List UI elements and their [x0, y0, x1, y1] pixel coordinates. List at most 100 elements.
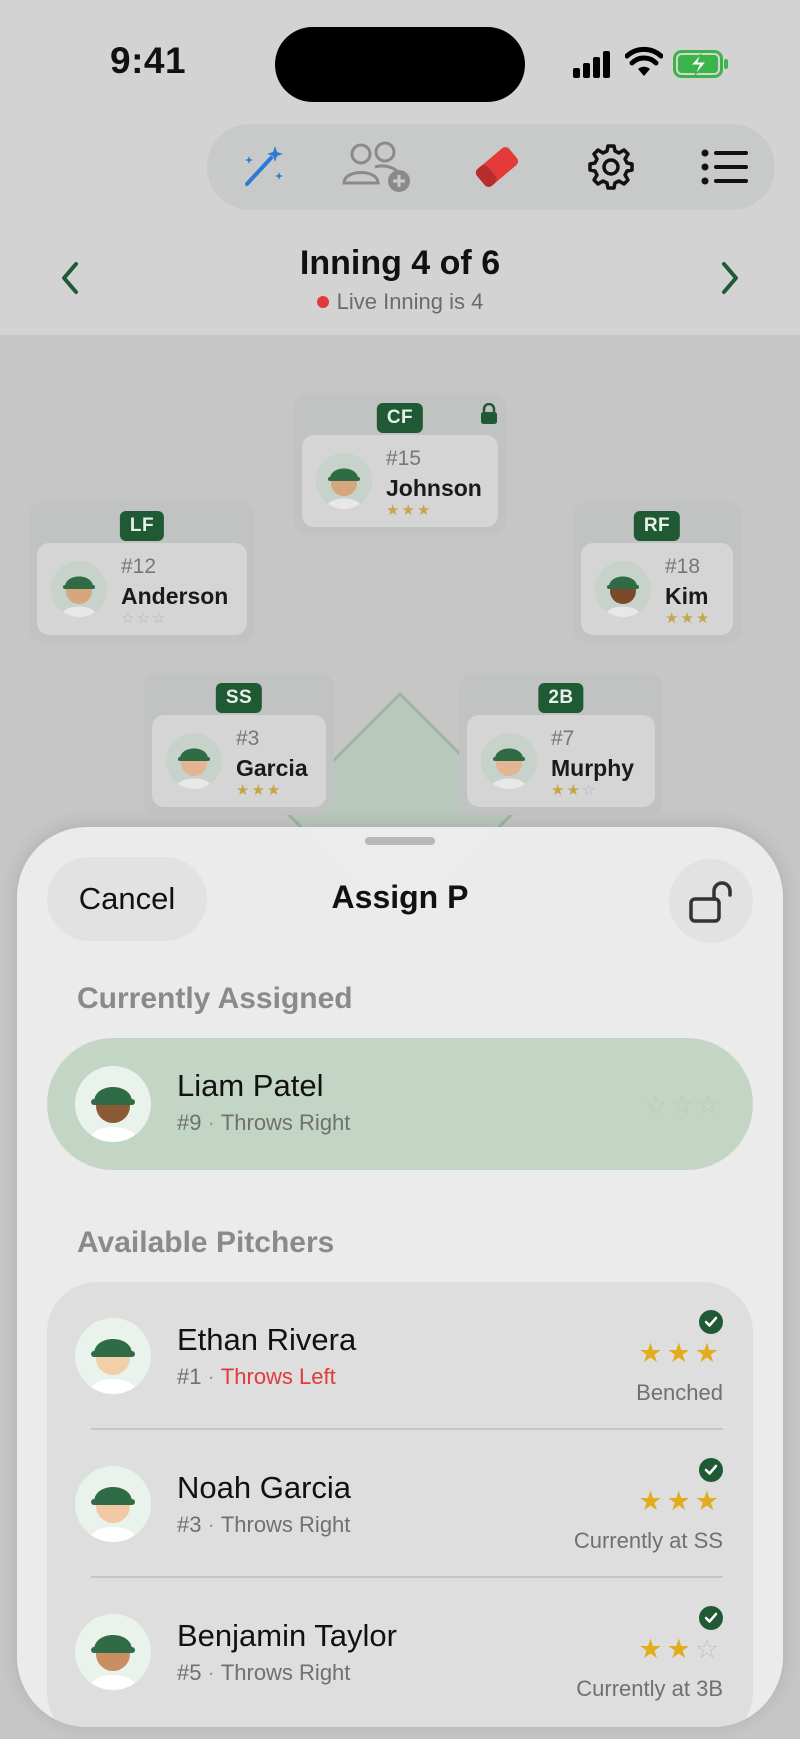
add-player-icon	[342, 141, 410, 192]
checkmark-icon	[699, 1606, 723, 1630]
player-name: Murphy	[551, 755, 635, 781]
status-bar: 9:41	[0, 0, 800, 130]
player-rating: ★★★	[665, 610, 712, 627]
player-status: Benched	[636, 1380, 723, 1405]
checkmark-icon	[699, 1458, 723, 1482]
magic-wand-icon	[245, 146, 283, 186]
player-rating: ★★★	[638, 1338, 723, 1368]
player-name: Ethan Rivera	[177, 1322, 357, 1357]
player-name: Johnson	[386, 475, 482, 501]
assign-pitcher-sheet: Cancel Assign P Currently Assigned Liam …	[17, 827, 783, 1727]
player-avatar	[595, 561, 651, 617]
player-throws: Throws Right	[220, 1110, 351, 1135]
position-player: #12 Anderson ☆☆☆	[37, 543, 247, 635]
pitcher-row[interactable]: Noah Garcia #3 · Throws Right ★★★ Currentl…	[47, 1430, 753, 1578]
player-number: #9	[177, 1110, 202, 1135]
player-status: Currently at 3B	[576, 1676, 723, 1701]
position-badge: CF	[376, 403, 424, 433]
toolbar	[207, 124, 775, 210]
available-pitchers-list: Ethan Rivera #1 · Throws Left ★★★ Benched …	[47, 1282, 753, 1727]
player-number: #18	[665, 555, 701, 578]
player-rating: ☆☆☆	[121, 610, 168, 627]
add-player-button[interactable]	[337, 132, 417, 202]
sheet-grabber[interactable]	[365, 837, 435, 845]
status-time: 9:41	[110, 40, 187, 81]
dynamic-island	[275, 27, 525, 102]
player-rating: ★★★	[236, 782, 283, 799]
battery-charging-icon	[673, 50, 728, 78]
player-rating: ★★☆	[551, 782, 598, 799]
checkmark-icon	[699, 1310, 723, 1334]
player-details: #5 · Throws Right	[177, 1660, 351, 1685]
player-avatar	[75, 1614, 151, 1690]
position-card-cf[interactable]: CF #15 Johnson ★★★	[294, 393, 506, 535]
player-throws: Throws Left	[220, 1364, 336, 1389]
position-card-ss[interactable]: SS #3 Garcia ★★★	[144, 673, 334, 815]
next-inning-button[interactable]	[710, 258, 750, 298]
lineup-list-button[interactable]	[685, 132, 765, 202]
player-details: #9 · Throws Right	[177, 1110, 351, 1135]
live-dot-icon	[316, 296, 329, 308]
player-rating: ★★★	[638, 1486, 723, 1516]
player-number: #3	[236, 727, 260, 750]
player-throws: Throws Right	[220, 1660, 351, 1685]
player-number: #3	[177, 1512, 202, 1537]
auto-assign-button[interactable]	[222, 132, 302, 202]
inning-title: Inning 4 of 6	[299, 244, 501, 282]
player-details: #1 · Throws Left	[177, 1364, 336, 1389]
list-icon	[701, 149, 748, 185]
player-avatar	[51, 561, 107, 617]
cellular-signal-icon	[573, 50, 613, 78]
player-name: Garcia	[236, 755, 308, 781]
player-number: #1	[177, 1364, 202, 1389]
position-badge: SS	[215, 683, 263, 713]
player-name: Benjamin Taylor	[177, 1618, 397, 1653]
player-number: #7	[551, 727, 575, 750]
chevron-right-icon	[722, 262, 738, 294]
position-player: #7 Murphy ★★☆	[467, 715, 655, 807]
position-badge: 2B	[538, 683, 584, 713]
player-avatar	[481, 733, 537, 789]
player-rating: ★★☆	[638, 1634, 723, 1664]
position-badge: LF	[119, 511, 165, 541]
player-avatar	[75, 1318, 151, 1394]
player-rating: ☆☆☆	[644, 1090, 723, 1120]
currently-assigned-heading: Currently Assigned	[77, 982, 353, 1015]
settings-button[interactable]	[571, 132, 651, 202]
player-number: #12	[121, 555, 157, 578]
lock-toggle-button[interactable]	[669, 859, 753, 943]
player-details: #3 · Throws Right	[177, 1512, 351, 1537]
player-name: Kim	[665, 583, 709, 609]
player-avatar	[166, 733, 222, 789]
position-player: #3 Garcia ★★★	[152, 715, 326, 807]
position-card-2b[interactable]: 2B #7 Murphy ★★☆	[459, 673, 663, 815]
live-inning-text: Live Inning is 4	[336, 289, 484, 314]
live-inning-indicator: Live Inning is 4	[0, 289, 800, 315]
eraser-icon	[475, 147, 519, 187]
position-badge: RF	[633, 511, 681, 541]
position-player: #18 Kim ★★★	[581, 543, 733, 635]
position-card-lf[interactable]: LF #12 Anderson ☆☆☆	[29, 501, 255, 643]
player-status: Currently at SS	[573, 1528, 723, 1553]
player-avatar	[316, 453, 372, 509]
gear-icon	[588, 144, 634, 190]
player-rating: ★★★	[386, 502, 433, 519]
clear-assignments-button[interactable]	[457, 132, 537, 202]
lock-icon	[481, 403, 497, 424]
pitcher-row[interactable]: Ethan Rivera #1 · Throws Left ★★★ Benched	[47, 1282, 753, 1430]
player-number: #5	[177, 1660, 202, 1685]
player-avatar	[75, 1466, 151, 1542]
pitcher-row[interactable]: Benjamin Taylor #5 · Throws Right ★★☆ Curr…	[47, 1578, 753, 1726]
player-number: #15	[386, 447, 422, 470]
available-pitchers-heading: Available Pitchers	[77, 1226, 335, 1259]
assigned-pitcher-row[interactable]: Liam Patel #9 · Throws Right ☆☆☆	[47, 1038, 753, 1170]
player-name: Anderson	[121, 583, 229, 609]
position-player: #15 Johnson ★★★	[302, 435, 498, 527]
position-card-rf[interactable]: RF #18 Kim ★★★	[573, 501, 741, 643]
player-throws: Throws Right	[220, 1512, 351, 1537]
player-avatar	[75, 1066, 151, 1142]
player-name: Liam Patel	[177, 1068, 324, 1103]
player-name: Noah Garcia	[177, 1470, 352, 1505]
unlock-icon	[689, 881, 732, 923]
wifi-icon	[625, 46, 663, 76]
